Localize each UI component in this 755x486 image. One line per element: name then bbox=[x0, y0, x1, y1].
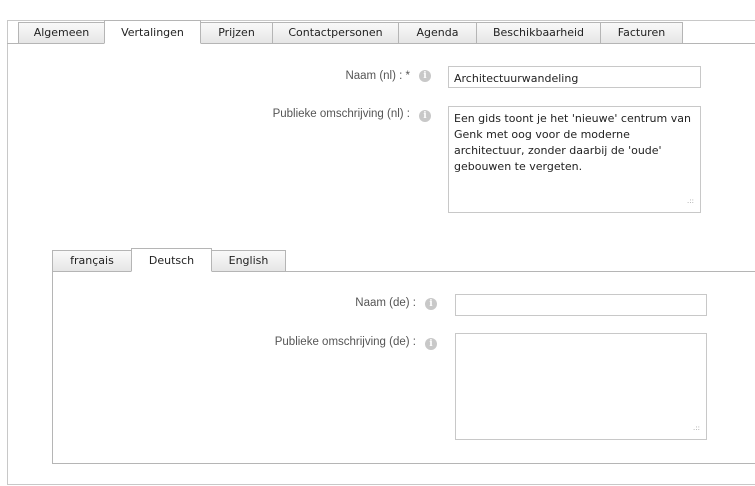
description-nl-label: Publieke omschrijving (nl) : bbox=[272, 108, 410, 120]
info-icon[interactable]: i bbox=[419, 70, 431, 82]
info-icon[interactable]: i bbox=[419, 110, 431, 122]
language-tabbar: français Deutsch English bbox=[52, 248, 286, 272]
tab-facturen[interactable]: Facturen bbox=[600, 22, 683, 44]
description-nl-text: Een gids toont je het 'nieuwe' centrum v… bbox=[454, 112, 691, 173]
name-nl-label: Naam (nl) : * bbox=[345, 70, 410, 82]
name-de-label: Naam (de) : bbox=[355, 297, 416, 309]
description-nl-textarea[interactable]: Een gids toont je het 'nieuwe' centrum v… bbox=[448, 106, 701, 213]
description-de-textarea[interactable]: .:: bbox=[455, 333, 707, 440]
tab-prijzen[interactable]: Prijzen bbox=[200, 22, 273, 44]
name-nl-input[interactable]: Architectuurwandeling bbox=[448, 66, 701, 88]
tab-beschikbaarheid[interactable]: Beschikbaarheid bbox=[476, 22, 601, 44]
tab-language-english[interactable]: English bbox=[211, 250, 286, 272]
tab-algemeen[interactable]: Algemeen bbox=[18, 22, 105, 44]
tab-vertalingen[interactable]: Vertalingen bbox=[104, 20, 201, 44]
info-icon[interactable]: i bbox=[425, 338, 437, 350]
tab-language-francais[interactable]: français bbox=[52, 250, 132, 272]
description-de-label: Publieke omschrijving (de) : bbox=[274, 336, 416, 348]
name-de-input[interactable] bbox=[455, 294, 707, 316]
main-tabbar: Algemeen Vertalingen Prijzen Contactpers… bbox=[18, 20, 683, 44]
info-icon[interactable]: i bbox=[425, 298, 437, 310]
tab-agenda[interactable]: Agenda bbox=[398, 22, 477, 44]
resize-grip-icon[interactable]: .:: bbox=[693, 420, 700, 436]
resize-grip-icon[interactable]: .:: bbox=[687, 193, 694, 209]
tab-language-deutsch[interactable]: Deutsch bbox=[131, 248, 212, 272]
tab-contactpersonen[interactable]: Contactpersonen bbox=[272, 22, 399, 44]
